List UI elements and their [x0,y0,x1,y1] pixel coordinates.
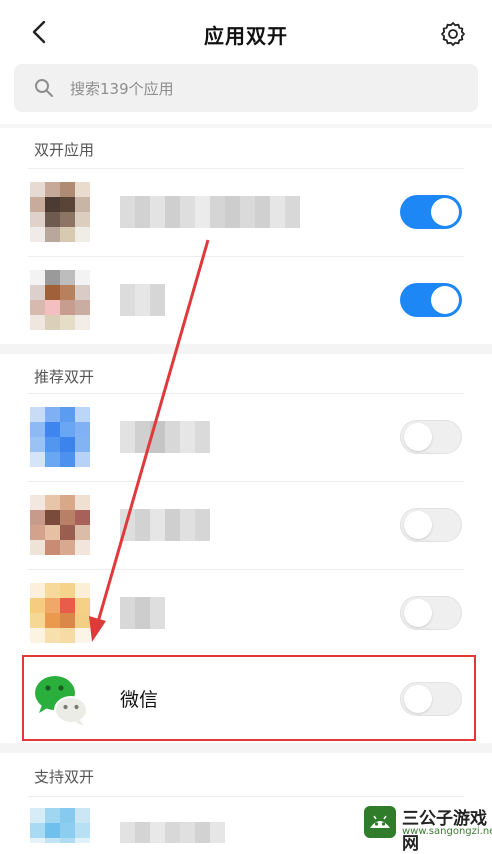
list-item[interactable] [0,256,492,344]
section-header-recommended: 推荐双开 [34,368,95,386]
toggle-knob [404,511,432,539]
app-icon [30,495,90,555]
app-name-blurred [120,196,300,228]
list-item[interactable] [0,481,492,569]
app-name-blurred [120,421,210,453]
top-bar: 应用双开 [0,0,492,62]
list-item[interactable] [0,168,492,256]
watermark-logo-icon [364,806,396,838]
watermark-url: www.sangongzi.net [402,826,492,837]
app-name-blurred [120,509,210,541]
app-icon [30,182,90,242]
section-header-enabled: 双开应用 [34,141,95,159]
dual-app-toggle[interactable] [400,195,462,229]
app-icon [30,808,90,843]
divider [0,344,492,354]
divider [0,743,492,753]
app-icon [30,270,90,330]
gear-icon[interactable] [440,21,466,47]
list-item[interactable] [0,569,492,657]
toggle-knob [431,286,459,314]
app-icon [30,583,90,643]
app-name-blurred [120,597,165,629]
highlight-box [22,655,476,741]
app-name-blurred [120,284,165,316]
list-item[interactable] [0,393,492,481]
toggle-knob [404,423,432,451]
dual-app-toggle[interactable] [400,283,462,317]
section-header-supported: 支持双开 [34,768,95,786]
page-title: 应用双开 [204,24,288,48]
dual-app-toggle[interactable] [400,420,462,454]
app-icon [30,407,90,467]
toggle-knob [404,599,432,627]
search-icon [35,79,53,97]
search-box[interactable]: 搜索139个应用 [14,64,478,112]
dual-app-toggle[interactable] [400,508,462,542]
search-input[interactable]: 搜索139个应用 [70,78,174,99]
toggle-knob [431,198,459,226]
dual-app-toggle[interactable] [400,596,462,630]
app-name-blurred [120,822,225,843]
watermark: 三公子游戏网 www.sangongzi.net [360,800,492,854]
divider [0,124,492,128]
